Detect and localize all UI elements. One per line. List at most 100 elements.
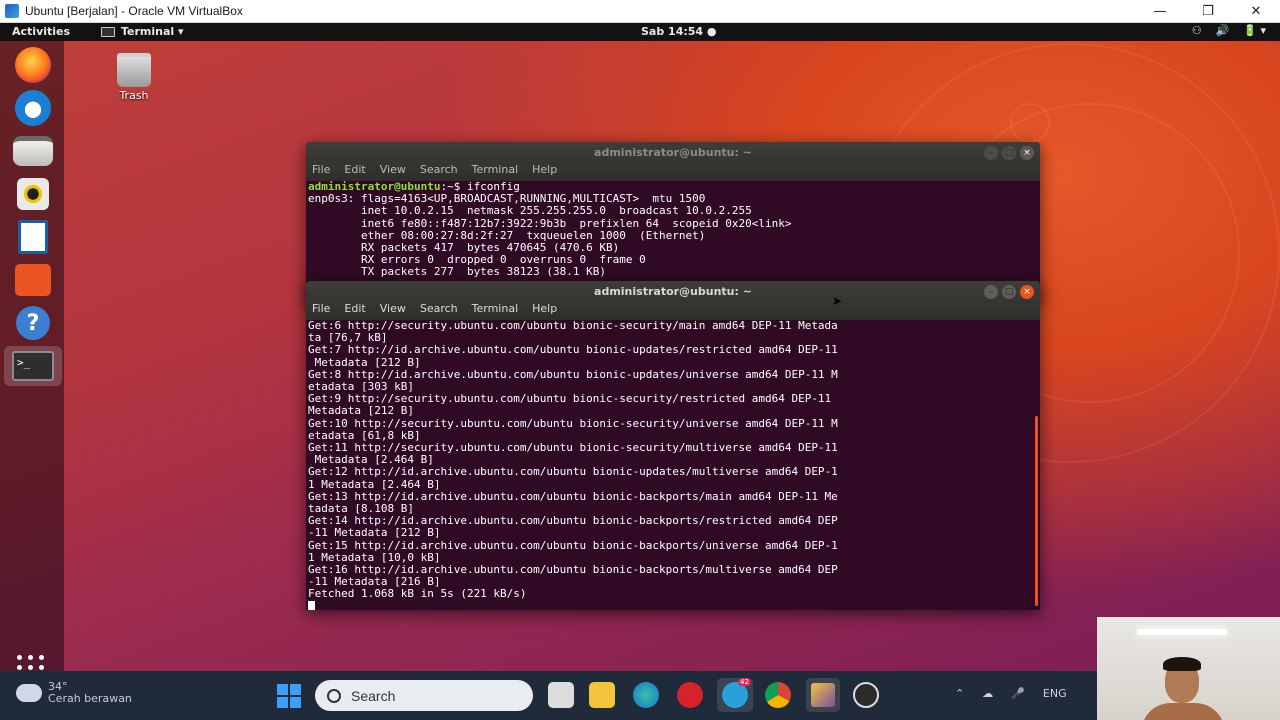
terminal-line: TX packets 277 bytes 38123 (38.1 KB) — [308, 265, 607, 279]
terminal-window-front[interactable]: administrator@ubuntu: ~ – □ × File Edit … — [306, 281, 1040, 610]
obs-icon[interactable] — [853, 682, 879, 708]
terminal-line: Metadata [2.464 B] — [308, 453, 434, 467]
maximize-button[interactable]: □ — [1002, 285, 1016, 299]
close-button[interactable]: ✕ — [1232, 0, 1280, 23]
guest-screen: Activities Terminal ▾ Sab 14:54 ● ⚇ 🔊 🔋 … — [0, 23, 1280, 671]
person-body — [1141, 703, 1225, 720]
show-applications-icon[interactable] — [17, 655, 49, 671]
virtualbox-icon — [811, 683, 835, 707]
maximize-button[interactable]: □ — [1002, 146, 1016, 160]
dock-terminal[interactable]: >_ — [4, 346, 62, 386]
terminal-header: administrator@ubuntu: ~ – □ × File Edit … — [306, 281, 1040, 320]
menu-search[interactable]: Search — [420, 163, 458, 176]
terminal-line: Metadata [212 B] — [308, 355, 421, 369]
virtualbox-taskbar-button[interactable] — [806, 678, 840, 712]
terminal-cursor — [308, 600, 315, 610]
clock[interactable]: Sab 14:54 ● — [641, 25, 717, 38]
writer-icon — [18, 220, 48, 254]
menu-search[interactable]: Search — [420, 302, 458, 315]
battery-icon[interactable]: 🔋 ▾ — [1243, 24, 1266, 37]
menu-view[interactable]: View — [380, 163, 406, 176]
system-tray[interactable]: ⚇ 🔊 🔋 ▾ — [1192, 24, 1266, 37]
trash-label: Trash — [119, 89, 149, 102]
menu-edit[interactable]: Edit — [344, 163, 365, 176]
webcam-overlay — [1097, 617, 1280, 720]
mic-icon[interactable]: 🎤 — [1011, 687, 1025, 700]
dock-rhythmbox[interactable] — [10, 174, 56, 214]
file-explorer-icon[interactable] — [589, 682, 615, 708]
dock-libreoffice-writer[interactable] — [10, 217, 56, 257]
window-title: Ubuntu [Berjalan] - Oracle VM VirtualBox — [25, 4, 243, 18]
terminal-title: administrator@ubuntu: ~ — [594, 285, 752, 298]
trash-desktop-icon[interactable]: Trash — [108, 53, 160, 102]
terminal-line: Get:8 http://id.archive.ubuntu.com/ubunt… — [308, 367, 838, 381]
chrome-icon[interactable] — [765, 682, 791, 708]
weather-widget[interactable]: 34° Cerah berawan — [16, 681, 132, 705]
terminal-line: -11 Metadata [212 B] — [308, 526, 441, 540]
terminal-line: Metadata [212 B] — [308, 404, 414, 418]
terminal-output[interactable]: administrator@ubuntu:~$ ifconfig enp0s3:… — [306, 180, 1040, 279]
wallpaper-swirl — [1010, 103, 1050, 143]
terminal-output[interactable]: Get:6 http://security.ubuntu.com/ubuntu … — [306, 319, 1040, 610]
thunderbird-icon — [15, 90, 51, 126]
menu-file[interactable]: File — [312, 163, 330, 176]
tray-chevron-icon[interactable]: ⌃ — [955, 687, 964, 700]
activities-button[interactable]: Activities — [12, 25, 70, 38]
terminal-menubar: File Edit View Search Terminal Help — [312, 163, 557, 176]
minimize-button[interactable]: – — [984, 146, 998, 160]
help-icon: ? — [16, 306, 50, 340]
menu-edit[interactable]: Edit — [344, 302, 365, 315]
menu-terminal[interactable]: Terminal — [472, 302, 519, 315]
close-button[interactable]: × — [1020, 146, 1034, 160]
language-indicator[interactable]: ENG — [1043, 687, 1067, 700]
windows-system-tray[interactable]: ⌃ ☁ 🎤 ENG — [955, 687, 1067, 700]
menu-help[interactable]: Help — [532, 163, 557, 176]
terminal-line: etadata [303 kB] — [308, 380, 414, 394]
terminal-line: Get:13 http://id.archive.ubuntu.com/ubun… — [308, 489, 838, 503]
terminal-line: inet6 fe80::f487:12b7:3922:9b3b prefixle… — [308, 216, 792, 230]
minimize-button[interactable]: – — [984, 285, 998, 299]
dock-files[interactable] — [10, 131, 56, 171]
start-button[interactable] — [277, 684, 301, 708]
menu-file[interactable]: File — [312, 302, 330, 315]
virtualbox-titlebar: Ubuntu [Berjalan] - Oracle VM VirtualBox… — [0, 0, 1280, 23]
gnome-top-bar: Activities Terminal ▾ Sab 14:54 ● ⚇ 🔊 🔋 … — [0, 23, 1280, 41]
terminal-header: administrator@ubuntu: ~ – □ × File Edit … — [306, 142, 1040, 181]
terminal-line: ether 08:00:27:8d:2f:27 txqueuelen 1000 … — [308, 228, 706, 242]
minimize-button[interactable]: — — [1136, 0, 1184, 23]
person-hair — [1163, 657, 1201, 671]
terminal-scrollbar[interactable] — [1035, 416, 1038, 606]
network-icon[interactable]: ⚇ — [1192, 24, 1202, 37]
close-button[interactable]: × — [1020, 285, 1034, 299]
dock-thunderbird[interactable] — [10, 88, 56, 128]
terminal-prompt: administrator@ubuntu — [308, 180, 441, 193]
wps-office-icon[interactable] — [677, 682, 703, 708]
virtualbox-logo-icon — [5, 4, 19, 18]
search-placeholder: Search — [351, 687, 396, 704]
search-icon — [327, 688, 341, 703]
app-menu[interactable]: Terminal ▾ — [101, 25, 184, 38]
menu-help[interactable]: Help — [532, 302, 557, 315]
menu-terminal[interactable]: Terminal — [472, 163, 519, 176]
taskbar-search[interactable]: Search — [315, 680, 533, 711]
terminal-line: Get:9 http://security.ubuntu.com/ubuntu … — [308, 392, 832, 406]
terminal-window-back[interactable]: administrator@ubuntu: ~ – □ × File Edit … — [306, 142, 1040, 302]
terminal-line: -11 Metadata [216 B] — [308, 575, 441, 589]
files-icon — [13, 136, 53, 166]
menu-view[interactable]: View — [380, 302, 406, 315]
dock-software-center[interactable] — [10, 260, 56, 300]
dock-firefox[interactable] — [10, 45, 56, 85]
onedrive-icon[interactable]: ☁ — [982, 687, 993, 700]
terminal-line: Get:11 http://security.ubuntu.com/ubuntu… — [308, 441, 838, 455]
rhythmbox-icon — [17, 178, 49, 210]
firefox-icon — [15, 47, 51, 83]
terminal-line: RX errors 0 dropped 0 overruns 0 frame 0 — [308, 253, 646, 267]
dock-help[interactable]: ? — [10, 303, 56, 343]
terminal-line: Fetched 1.068 kB in 5s (221 kB/s) — [308, 587, 527, 601]
software-bag-icon — [15, 264, 51, 296]
restore-button[interactable]: ❐ — [1184, 0, 1232, 23]
volume-icon[interactable]: 🔊 — [1216, 24, 1230, 37]
task-view-icon[interactable] — [548, 682, 574, 708]
terminal-small-icon — [101, 26, 115, 37]
edge-icon[interactable] — [633, 682, 659, 708]
